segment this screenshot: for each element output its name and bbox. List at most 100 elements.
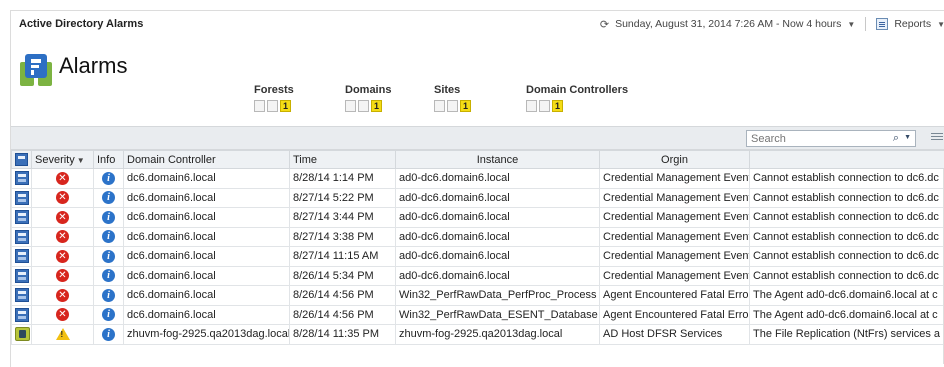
page-title: Alarms xyxy=(59,53,128,78)
row-origin: Credential Management Event xyxy=(599,226,750,247)
info-icon[interactable]: i xyxy=(102,308,115,322)
row-info-cell[interactable]: i xyxy=(93,246,124,267)
time-range-selector[interactable]: Sunday, August 31, 2014 7:26 AM - Now 4 … xyxy=(615,18,841,30)
row-type-cell xyxy=(11,304,32,325)
column-header-info[interactable]: Info xyxy=(93,150,124,169)
row-time: 8/26/14 4:56 PM xyxy=(289,285,396,306)
row-severity-cell: ! xyxy=(31,324,94,345)
search-box: ⌕ ▼ xyxy=(746,130,916,147)
info-icon[interactable]: i xyxy=(102,171,115,185)
row-info-cell[interactable]: i xyxy=(93,187,124,208)
column-settings-icon[interactable] xyxy=(931,133,943,144)
row-info-cell[interactable]: i xyxy=(93,304,124,325)
row-severity-cell: ✕ xyxy=(31,304,94,325)
column-header-origin[interactable]: Orgin xyxy=(599,150,750,169)
filter-count-box[interactable] xyxy=(447,100,458,112)
chevron-down-icon[interactable]: ▼ xyxy=(847,20,855,29)
reports-icon[interactable] xyxy=(876,18,889,30)
directory-icon xyxy=(15,288,29,303)
table-row[interactable]: ! i zhuvm-fog-2925.qa2013dag.local 8/28/14 … xyxy=(11,324,944,345)
row-type-cell xyxy=(11,246,32,267)
filter-sites: Sites 1 xyxy=(434,84,471,112)
table-row[interactable]: ✕ i dc6.domain6.local 8/27/14 5:22 PM ad0-dc… xyxy=(11,187,944,208)
table-row[interactable]: ✕ i dc6.domain6.local 8/26/14 4:56 PM Win32_… xyxy=(11,304,944,325)
row-info-cell[interactable]: i xyxy=(93,207,124,228)
row-instance: ad0-dc6.domain6.local xyxy=(395,246,600,267)
row-domain-controller: dc6.domain6.local xyxy=(123,168,290,189)
row-type-cell xyxy=(11,285,32,306)
directory-icon xyxy=(15,190,29,205)
info-icon[interactable]: i xyxy=(102,327,115,341)
row-severity-cell: ✕ xyxy=(31,226,94,247)
row-info-cell[interactable]: i xyxy=(93,324,124,345)
column-header-severity[interactable]: Severity ▼ xyxy=(31,150,94,169)
chevron-down-icon[interactable]: ▼ xyxy=(904,134,911,141)
filter-count-box[interactable] xyxy=(267,100,278,112)
alarms-logo-icon xyxy=(20,54,52,86)
filter-count-box[interactable] xyxy=(539,100,550,112)
column-header-message[interactable] xyxy=(749,150,944,169)
filter-count-box[interactable]: 1 xyxy=(371,100,382,112)
row-message: Cannot establish connection to dc6.dc xyxy=(749,246,944,267)
error-icon: ✕ xyxy=(56,171,69,185)
table-row[interactable]: ✕ i dc6.domain6.local 8/27/14 3:38 PM ad0-dc… xyxy=(11,226,944,247)
row-message: Cannot establish connection to dc6.dc xyxy=(749,168,944,189)
host-icon xyxy=(15,327,30,342)
row-severity-cell: ✕ xyxy=(31,187,94,208)
row-info-cell[interactable]: i xyxy=(93,226,124,247)
panel-header: Active Directory Alarms ⟳ Sunday, August… xyxy=(11,11,944,33)
row-message: Cannot establish connection to dc6.dc xyxy=(749,226,944,247)
row-origin: Credential Management Event xyxy=(599,207,750,228)
table-row[interactable]: ✕ i dc6.domain6.local 8/27/14 11:15 AM ad0-d… xyxy=(11,246,944,267)
filter-count-box[interactable]: 1 xyxy=(552,100,563,112)
panel-title: Active Directory Alarms xyxy=(19,18,144,30)
sort-down-icon: ▼ xyxy=(76,155,85,165)
reports-menu[interactable]: Reports xyxy=(894,18,931,30)
info-icon[interactable]: i xyxy=(102,249,115,263)
table-row[interactable]: ✕ i dc6.domain6.local 8/26/14 4:56 PM Win32_… xyxy=(11,285,944,306)
directory-icon xyxy=(15,171,29,186)
table-row[interactable]: ✕ i dc6.domain6.local 8/27/14 3:44 PM ad0-dc… xyxy=(11,207,944,228)
row-info-cell[interactable]: i xyxy=(93,265,124,286)
column-header-type[interactable] xyxy=(11,150,32,169)
filter-count-box[interactable]: 1 xyxy=(460,100,471,112)
row-info-cell[interactable]: i xyxy=(93,168,124,189)
filter-count-box[interactable] xyxy=(434,100,445,112)
row-domain-controller: dc6.domain6.local xyxy=(123,226,290,247)
directory-icon xyxy=(15,307,29,322)
column-header-instance[interactable]: Instance xyxy=(395,150,600,169)
row-time: 8/28/14 11:35 PM xyxy=(289,324,396,345)
row-time: 8/26/14 5:34 PM xyxy=(289,265,396,286)
header-controls: ⟳ Sunday, August 31, 2014 7:26 AM - Now … xyxy=(600,17,944,31)
filter-count-box[interactable] xyxy=(254,100,265,112)
filter-domains: Domains 1 xyxy=(345,84,391,112)
filter-label: Forests xyxy=(254,84,294,96)
chevron-down-icon[interactable]: ▼ xyxy=(937,20,944,29)
row-origin: Agent Encountered Fatal Error xyxy=(599,285,750,306)
column-header-domain-controller[interactable]: Domain Controller xyxy=(123,150,290,169)
directory-icon xyxy=(15,210,29,225)
row-domain-controller: zhuvm-fog-2925.qa2013dag.local xyxy=(123,324,290,345)
info-icon[interactable]: i xyxy=(102,269,115,283)
row-time: 8/27/14 11:15 AM xyxy=(289,246,396,267)
filter-count-box[interactable] xyxy=(526,100,537,112)
info-icon[interactable]: i xyxy=(102,191,115,205)
filter-count-box[interactable] xyxy=(345,100,356,112)
row-instance: ad0-dc6.domain6.local xyxy=(395,226,600,247)
row-origin: Credential Management Event xyxy=(599,265,750,286)
filter-count-box[interactable] xyxy=(358,100,369,112)
filter-count-box[interactable]: 1 xyxy=(280,100,291,112)
table-row[interactable]: ✕ i dc6.domain6.local 8/28/14 1:14 PM ad0-dc… xyxy=(11,168,944,189)
search-input[interactable] xyxy=(747,131,877,146)
row-message: The File Replication (NtFrs) services a xyxy=(749,324,944,345)
header-divider xyxy=(865,17,867,31)
info-icon[interactable]: i xyxy=(102,230,115,244)
row-domain-controller: dc6.domain6.local xyxy=(123,207,290,228)
row-severity-cell: ✕ xyxy=(31,168,94,189)
table-row[interactable]: ✕ i dc6.domain6.local 8/26/14 5:34 PM ad0-dc… xyxy=(11,265,944,286)
info-icon[interactable]: i xyxy=(102,210,115,224)
row-info-cell[interactable]: i xyxy=(93,285,124,306)
column-header-time[interactable]: Time xyxy=(289,150,396,169)
info-icon[interactable]: i xyxy=(102,288,115,302)
search-icon[interactable]: ⌕ xyxy=(893,132,899,145)
